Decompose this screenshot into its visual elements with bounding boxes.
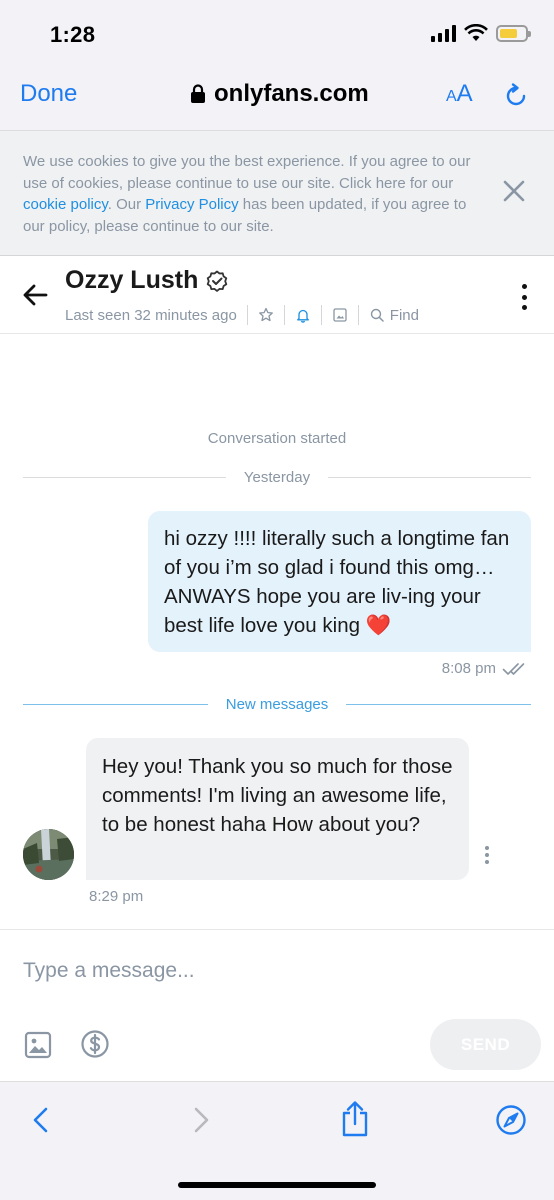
avatar-photo xyxy=(23,829,74,880)
date-divider: Yesterday xyxy=(23,469,531,486)
text-size-button[interactable]: AA xyxy=(446,80,473,108)
cookie-policy-link[interactable]: cookie policy xyxy=(23,196,108,213)
url-text: onlyfans.com xyxy=(214,80,369,107)
text-size-small-label: A xyxy=(446,88,457,105)
back-arrow-icon[interactable] xyxy=(20,280,50,310)
lock-icon xyxy=(191,84,205,103)
message-input[interactable] xyxy=(23,956,523,986)
cookie-text: We use cookies to give you the best expe… xyxy=(23,151,483,237)
star-icon[interactable] xyxy=(258,307,274,323)
last-seen-text: Last seen 32 minutes ago xyxy=(65,306,237,324)
address-bar[interactable]: onlyfans.com xyxy=(190,80,369,108)
message-options-icon[interactable] xyxy=(484,846,490,864)
message-composer: SEND xyxy=(0,929,554,1081)
forward-chevron-icon[interactable] xyxy=(184,1104,216,1136)
media-gallery-icon[interactable] xyxy=(332,307,348,323)
cookie-text-part-1: We use cookies to give you the best expe… xyxy=(23,153,471,192)
chat-title[interactable]: Ozzy Lusth xyxy=(65,266,228,295)
back-chevron-icon[interactable] xyxy=(26,1104,58,1136)
new-messages-label: New messages xyxy=(225,696,329,713)
cookie-text-part-2: . Our xyxy=(107,196,146,213)
outgoing-message-meta: 8:08 pm xyxy=(442,660,528,677)
more-options-icon[interactable] xyxy=(520,284,528,310)
status-bar: 1:28 xyxy=(0,0,554,62)
new-messages-divider: New messages xyxy=(23,696,531,713)
battery-icon xyxy=(496,24,531,42)
done-button[interactable]: Done xyxy=(20,80,77,108)
battery-level xyxy=(500,28,517,38)
date-divider-label: Yesterday xyxy=(243,469,311,486)
home-indicator xyxy=(178,1182,376,1188)
cellular-signal-icon xyxy=(431,24,456,42)
find-button[interactable]: Find xyxy=(369,307,419,324)
read-receipt-icon xyxy=(502,662,525,675)
text-size-large-label: A xyxy=(456,80,473,107)
status-time: 1:28 xyxy=(50,22,96,47)
find-label: Find xyxy=(389,306,419,324)
incoming-message[interactable]: Hey you! Thank you so much for those com… xyxy=(86,738,469,880)
bell-icon[interactable] xyxy=(295,307,311,323)
tip-dollar-icon[interactable] xyxy=(80,1029,110,1059)
wifi-icon xyxy=(464,24,488,41)
contact-name: Ozzy Lusth xyxy=(65,266,199,294)
chat-meta: Last seen 32 minutes ago Find xyxy=(65,305,419,325)
browser-top-bar: Done onlyfans.com AA xyxy=(0,62,554,130)
cookie-banner: We use cookies to give you the best expe… xyxy=(0,130,554,256)
compass-icon[interactable] xyxy=(495,1104,527,1136)
outgoing-message[interactable]: hi ozzy !!!! literally such a longtime f… xyxy=(148,511,531,652)
search-icon xyxy=(370,308,384,322)
conversation-started-label: Conversation started xyxy=(207,430,347,447)
close-icon[interactable] xyxy=(500,177,528,205)
status-icons xyxy=(431,24,531,42)
avatar[interactable] xyxy=(23,829,74,880)
privacy-policy-link[interactable]: Privacy Policy xyxy=(145,196,238,213)
incoming-message-time: 8:29 pm xyxy=(89,888,144,905)
verified-badge-icon xyxy=(207,270,228,292)
outgoing-message-time: 8:08 pm xyxy=(441,660,496,677)
share-icon[interactable] xyxy=(339,1100,371,1138)
send-button[interactable]: SEND xyxy=(430,1019,541,1070)
reload-icon[interactable] xyxy=(502,82,530,110)
chat-header: Ozzy Lusth Last seen 32 minutes ago Find xyxy=(0,256,554,334)
image-attach-icon[interactable] xyxy=(23,1030,53,1060)
